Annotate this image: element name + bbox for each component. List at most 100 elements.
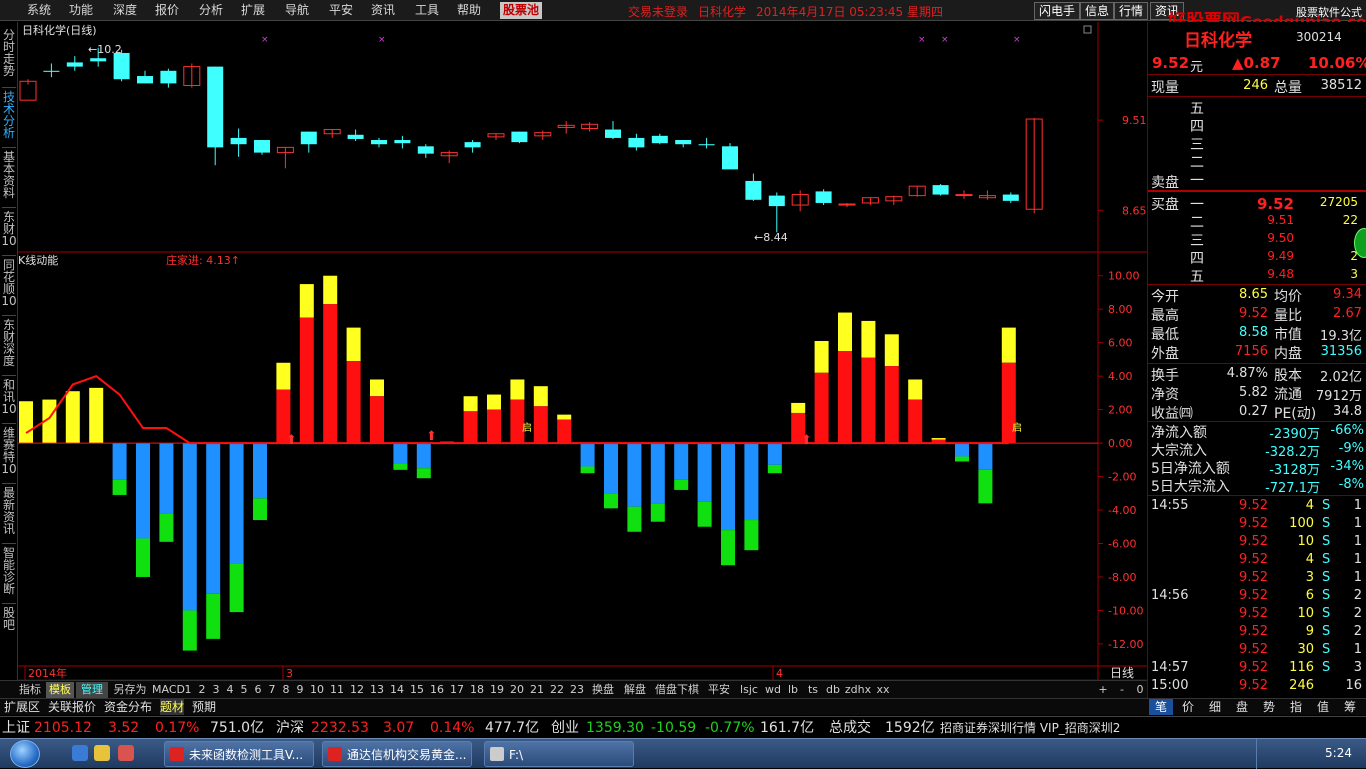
left-tab-3[interactable]: 基本资料 <box>0 148 18 199</box>
indicator-tab[interactable]: MACD <box>152 682 185 698</box>
menu-item-1[interactable]: 系统 <box>24 2 54 19</box>
indicator-tab[interactable]: 7 <box>266 682 278 698</box>
extension-tab[interactable]: 资金分布 <box>104 699 152 715</box>
indicator-tab[interactable]: 20 <box>508 682 526 698</box>
indicator-tab[interactable]: 模板 <box>46 682 74 698</box>
menu-button-3[interactable]: 行情 <box>1114 2 1149 20</box>
menu-item-3[interactable]: 深度 <box>110 2 140 19</box>
indicator-tab[interactable]: 16 <box>428 682 446 698</box>
right-panel-tab[interactable]: 盘 <box>1230 699 1254 715</box>
indicator-tab[interactable]: 18 <box>468 682 486 698</box>
window-restore-icon[interactable] <box>1083 25 1092 34</box>
bar-blue <box>253 443 267 499</box>
indicator-tab[interactable]: 平安 <box>704 682 734 698</box>
left-tab-6[interactable]: 东财深度 <box>0 316 18 367</box>
right-panel-tab[interactable]: 筹 <box>1338 699 1362 715</box>
indicator-tab[interactable]: 12 <box>348 682 366 698</box>
clock[interactable]: 5:24 <box>1325 746 1352 760</box>
indicator-tab[interactable]: 另存为 <box>110 682 150 698</box>
left-tab-11[interactable]: 股吧 <box>0 604 18 631</box>
left-tab-4[interactable]: 东财10 <box>0 208 18 247</box>
indicator-tab[interactable]: 2 <box>196 682 208 698</box>
menu-item-10[interactable]: 工具 <box>412 2 442 19</box>
zoom-control-button[interactable]: - <box>1116 682 1128 698</box>
menu-item-2[interactable]: 功能 <box>66 2 96 19</box>
indicator-tab[interactable]: 借盘下棋 <box>652 682 702 698</box>
menu-item-9[interactable]: 资讯 <box>368 2 398 19</box>
right-panel-tab[interactable]: 价 <box>1176 699 1200 715</box>
sell-level-label: 二 <box>1190 155 1204 171</box>
corner-label[interactable]: 股票软件公式 <box>1296 4 1362 20</box>
start-button[interactable] <box>10 740 40 768</box>
indicator-tab[interactable]: lb <box>784 682 802 698</box>
indicator-tab[interactable]: 21 <box>528 682 546 698</box>
zoom-control-button[interactable]: + <box>1097 682 1109 698</box>
indicator-tab[interactable]: ts <box>804 682 822 698</box>
extension-tab[interactable]: 关联报价 <box>48 699 96 715</box>
indicator-tab[interactable]: 13 <box>368 682 386 698</box>
indicator-tab[interactable]: 10 <box>308 682 326 698</box>
menu-item-5[interactable]: 分析 <box>196 2 226 19</box>
indicator-tab[interactable]: 11 <box>328 682 346 698</box>
extension-tab[interactable]: 题材 <box>160 699 185 715</box>
taskbar-task[interactable]: 未来函数检测工具V... <box>164 741 314 767</box>
indicator-tab[interactable]: 4 <box>224 682 236 698</box>
right-panel-tab[interactable]: 势 <box>1257 699 1281 715</box>
left-tab-10[interactable]: 智能诊断 <box>0 544 18 595</box>
bar-green <box>206 593 221 639</box>
taskbar-task[interactable]: F:\ <box>484 741 634 767</box>
show-desktop-icon[interactable] <box>72 745 88 761</box>
indicator-tab[interactable]: 3 <box>210 682 222 698</box>
indicator-tab[interactable]: 换盘 <box>588 682 618 698</box>
indicator-tab[interactable]: 19 <box>488 682 506 698</box>
indicator-tab[interactable]: 17 <box>448 682 466 698</box>
quicklaunch-icon[interactable] <box>94 745 110 761</box>
menu-item-11[interactable]: 帮助 <box>454 2 484 19</box>
system-tray: 5:24 <box>1256 739 1366 769</box>
right-panel-tab[interactable]: 笔 <box>1149 699 1173 715</box>
menu-button-1[interactable]: 闪电手 <box>1034 2 1081 20</box>
indicator-tab[interactable]: lsjc <box>736 682 762 698</box>
quicklaunch-icon[interactable] <box>118 745 134 761</box>
stat-value: 0.27 <box>1239 404 1268 419</box>
indicator-tab[interactable]: 14 <box>388 682 406 698</box>
indicator-tab[interactable]: 23 <box>568 682 586 698</box>
menu-item-4[interactable]: 报价 <box>152 2 182 19</box>
indicator-tab[interactable]: db <box>824 682 842 698</box>
menu-item-7[interactable]: 导航 <box>282 2 312 19</box>
indicator-tab[interactable]: 解盘 <box>620 682 650 698</box>
indicator-tab[interactable]: 15 <box>408 682 426 698</box>
extension-tab[interactable]: 预期 <box>192 699 216 715</box>
menu-item-stock-pool[interactable]: 股票池 <box>500 2 543 19</box>
left-tab-2[interactable]: 技术分析 <box>0 88 18 139</box>
chart-area[interactable]: ←10.2 ←8.44 日科化学(日线) 9.51 8.65 × × × × × ⬆ ⬆ ⬆ 启 启 K线动能… <box>18 22 1147 698</box>
right-panel-tab[interactable]: 指 <box>1284 699 1308 715</box>
left-tab-8[interactable]: 维赛特10 <box>0 424 18 475</box>
taskbar-task[interactable]: 通达信机构交易黄金... <box>322 741 472 767</box>
indicator-tab[interactable]: zdhx <box>844 682 872 698</box>
menu-button-2[interactable]: 信息 <box>1080 2 1115 20</box>
extension-tab[interactable]: 扩展区 <box>4 699 40 715</box>
zoom-control-button[interactable]: 0 <box>1134 682 1146 698</box>
chart-svg[interactable]: ←10.2 ←8.44 日科化学(日线) 9.51 8.65 × × × × × ⬆ ⬆ ⬆ 启 启 K线动能… <box>18 22 1147 698</box>
indicator-tab[interactable]: 管理 <box>76 682 108 698</box>
indicator-tab[interactable]: 22 <box>548 682 566 698</box>
menu-item-8[interactable]: 平安 <box>326 2 356 19</box>
left-tab-9[interactable]: 最新资讯 <box>0 484 18 535</box>
indicator-tab[interactable]: 8 <box>280 682 292 698</box>
candle-body <box>932 185 949 195</box>
indicator-tab[interactable]: wd <box>764 682 782 698</box>
indicator-tab[interactable]: 6 <box>252 682 264 698</box>
right-panel-tab[interactable]: 细 <box>1203 699 1227 715</box>
indicator-tab[interactable]: 5 <box>238 682 250 698</box>
left-tab-5[interactable]: 同花顺10 <box>0 256 18 307</box>
indicator-tab[interactable]: 指标 <box>16 682 44 698</box>
indicator-tab[interactable]: xx <box>874 682 892 698</box>
right-panel-tab[interactable]: 值 <box>1311 699 1335 715</box>
bar-yellow <box>299 284 314 318</box>
indicator-tab[interactable]: 1 <box>182 682 194 698</box>
left-tab-7[interactable]: 和讯10 <box>0 376 18 415</box>
indicator-tab[interactable]: 9 <box>294 682 306 698</box>
left-tab-1[interactable]: 分时走势 <box>0 26 18 77</box>
menu-item-6[interactable]: 扩展 <box>238 2 268 19</box>
